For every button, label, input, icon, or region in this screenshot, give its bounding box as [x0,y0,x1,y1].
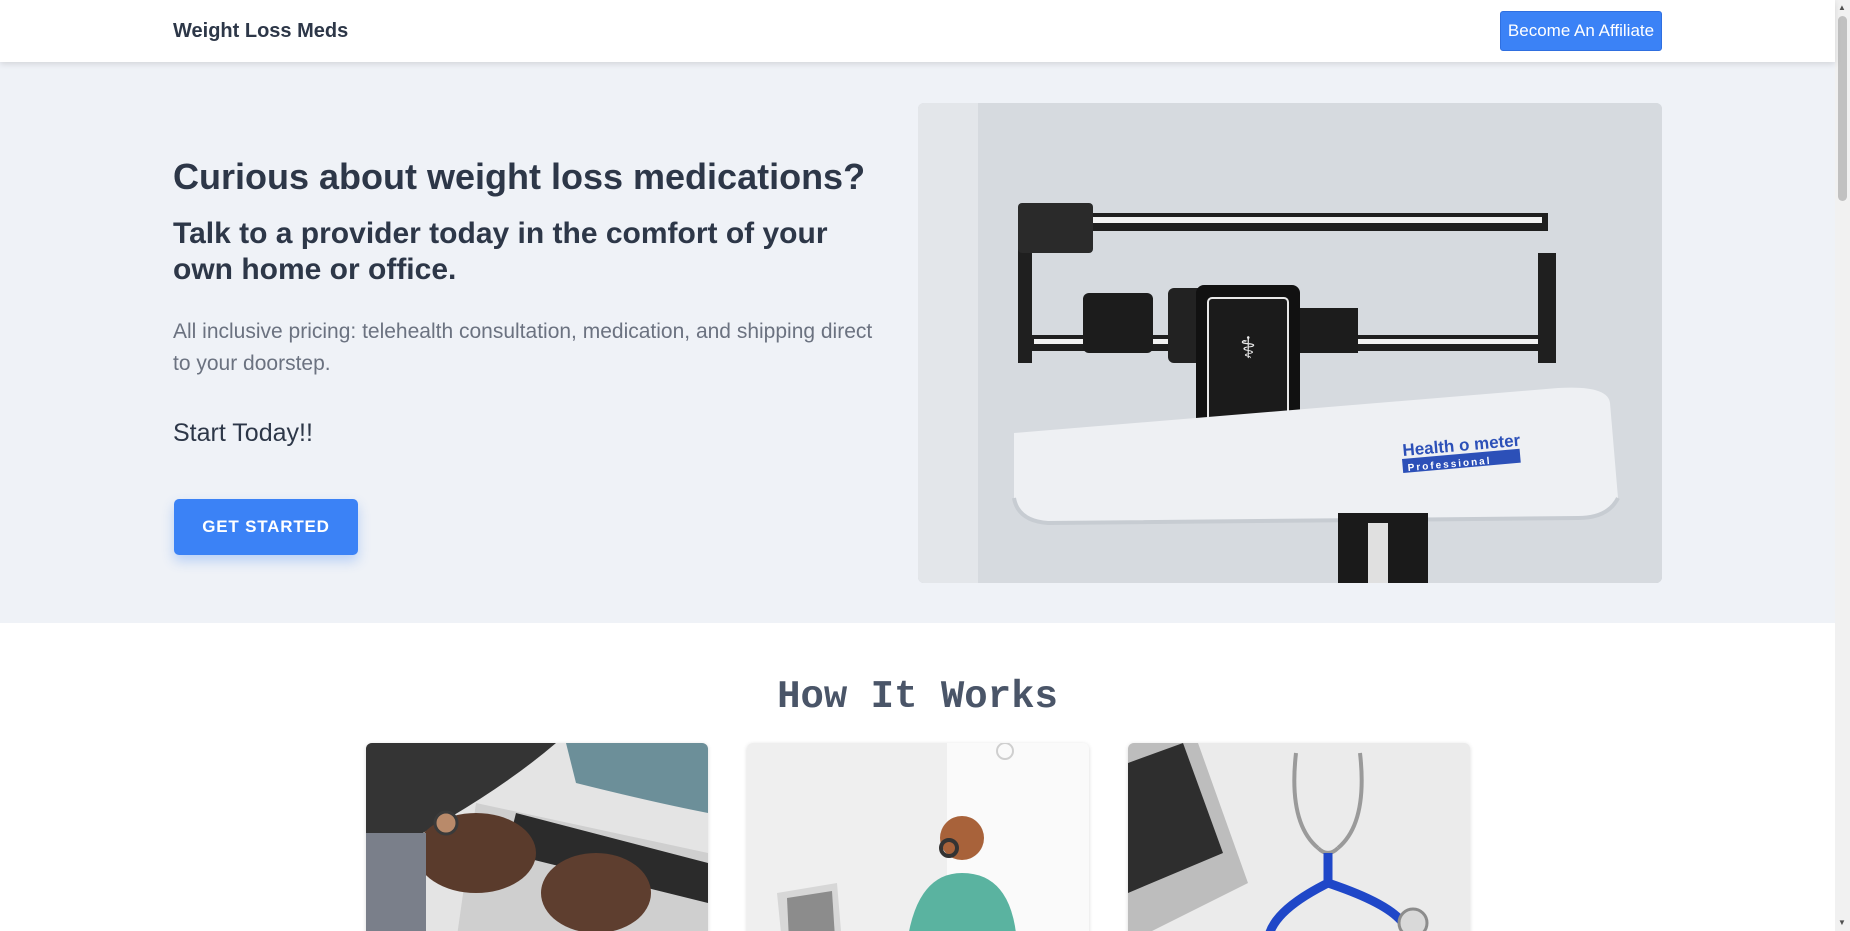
scroll-up-icon[interactable]: ▲ [1838,3,1846,12]
telehealth-provider-image [747,743,1089,931]
laptop-typing-image [366,743,708,931]
get-started-button[interactable]: GET STARTED [174,499,358,555]
page-scrollbar[interactable]: ▲ ▼ [1835,0,1850,931]
brand-logo-text[interactable]: Weight Loss Meds [173,20,348,43]
svg-text:⚕: ⚕ [1240,331,1256,366]
top-navbar: Weight Loss Meds Become An Affiliate [0,0,1835,62]
scrollbar-thumb[interactable] [1838,16,1847,201]
hero-section: Curious about weight loss medications? T… [0,62,1835,623]
step-card-telehealth-call[interactable] [747,743,1089,931]
hero-cta-text: Start Today!! [173,419,313,447]
step-card-stethoscope[interactable] [1128,743,1470,931]
become-affiliate-button[interactable]: Become An Affiliate [1500,11,1662,51]
hero-title: Curious about weight loss medications? [173,156,866,197]
how-it-works-title: How It Works [777,675,1058,719]
hero-subtitle: Talk to a provider today in the comfort … [173,217,828,286]
medical-scale-illustration: ⚕ Health o meter Professional [918,103,1662,583]
scroll-down-icon[interactable]: ▼ [1838,918,1846,927]
step-card-laptop-typing[interactable] [366,743,708,931]
hero-description: All inclusive pricing: telehealth consul… [173,320,873,375]
hero-scale-image: ⚕ Health o meter Professional [918,103,1662,583]
stethoscope-image [1128,743,1470,931]
